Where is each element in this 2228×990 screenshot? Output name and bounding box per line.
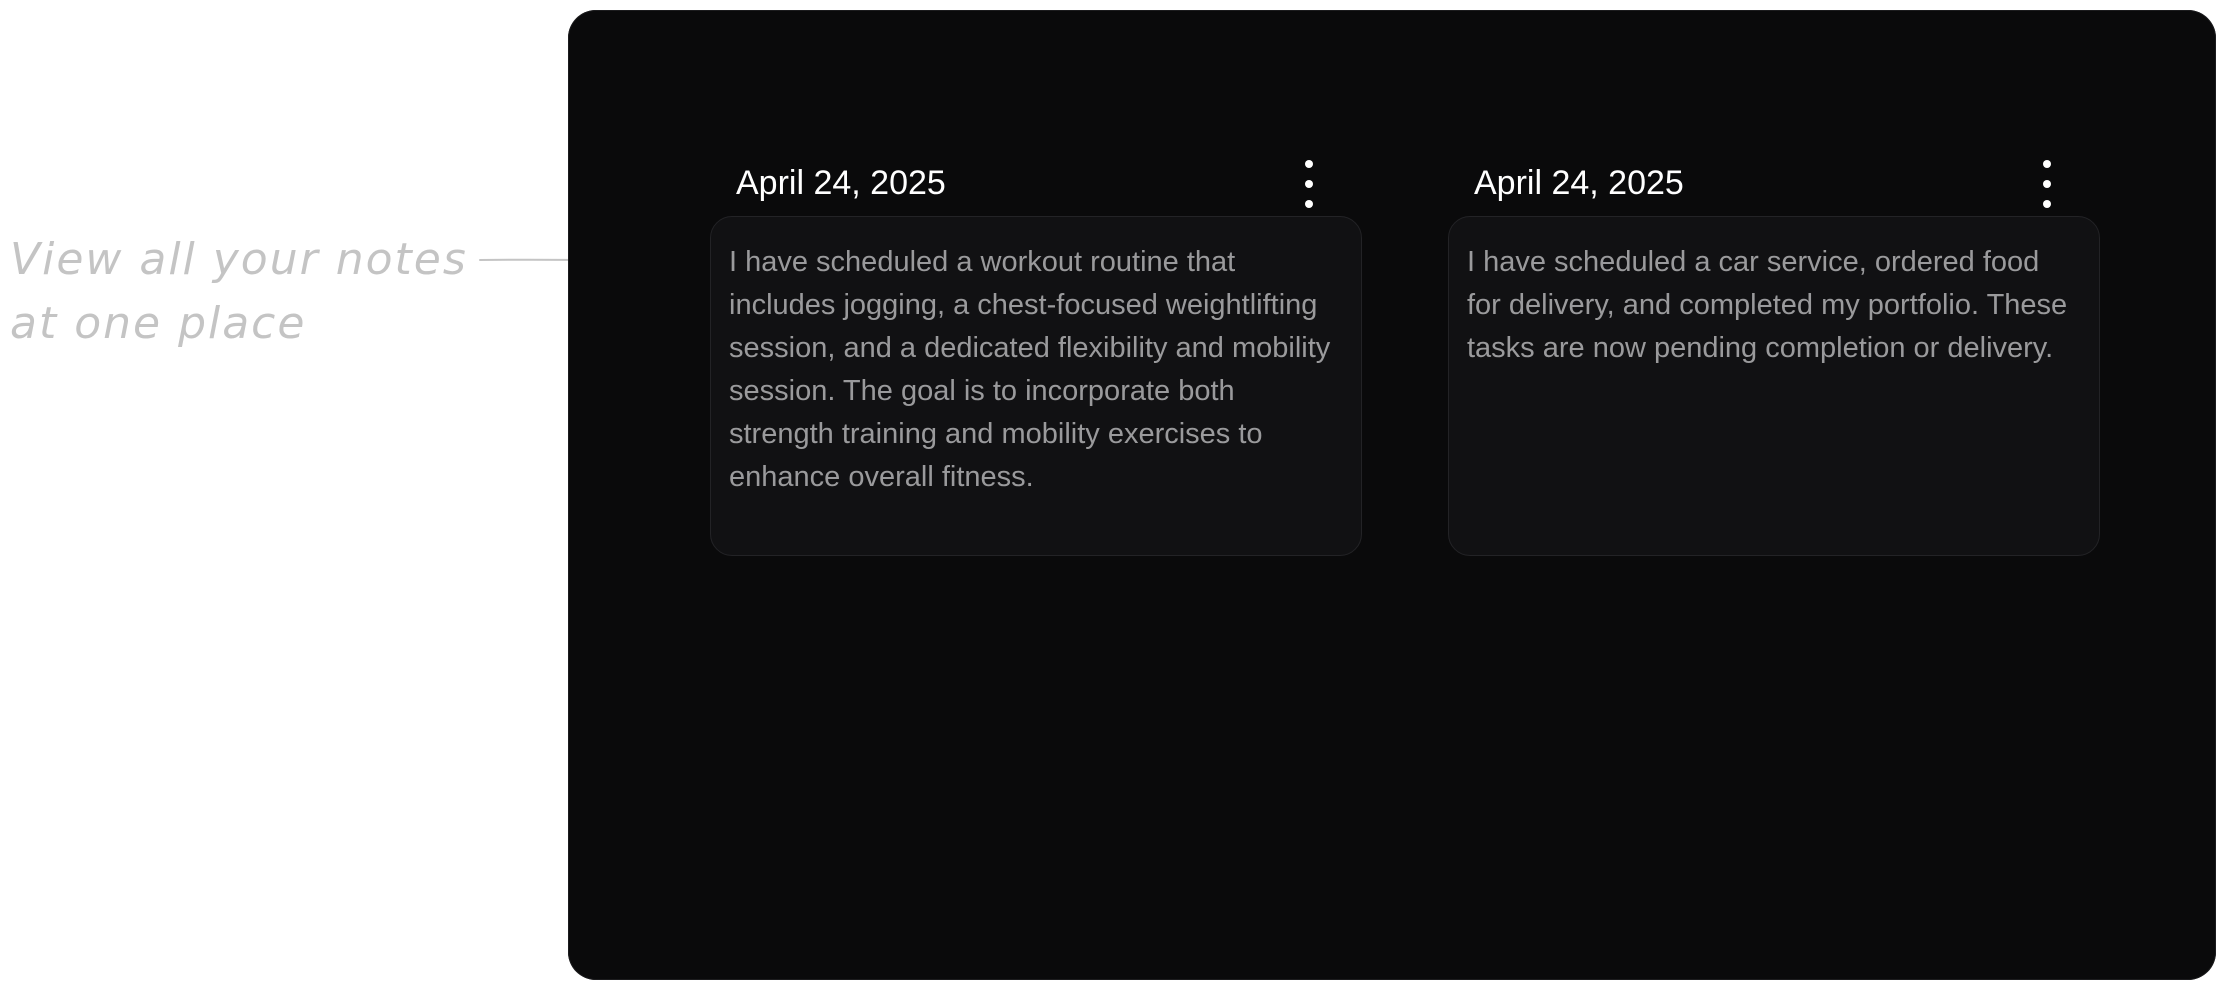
note-card: April 24, 2025 I have scheduled a workou…: [710, 150, 1362, 556]
note-content[interactable]: I have scheduled a workout routine that …: [710, 216, 1362, 556]
kebab-dot: [1305, 180, 1313, 188]
note-date: April 24, 2025: [1474, 164, 1684, 202]
kebab-dot: [1305, 160, 1313, 168]
kebab-menu-icon[interactable]: [2032, 160, 2062, 208]
kebab-dot: [2043, 160, 2051, 168]
kebab-dot: [1305, 200, 1313, 208]
note-card: April 24, 2025 I have scheduled a car se…: [1448, 150, 2100, 556]
note-content[interactable]: I have scheduled a car service, ordered …: [1448, 216, 2100, 556]
kebab-dot: [2043, 180, 2051, 188]
kebab-menu-icon[interactable]: [1294, 160, 1324, 208]
note-header: April 24, 2025: [710, 150, 1362, 216]
note-date: April 24, 2025: [736, 164, 946, 202]
notes-app-window: April 24, 2025 I have scheduled a workou…: [568, 10, 2216, 980]
kebab-dot: [2043, 200, 2051, 208]
note-header: April 24, 2025: [1448, 150, 2100, 216]
annotation-caption: View all your notes at one place: [10, 234, 468, 349]
